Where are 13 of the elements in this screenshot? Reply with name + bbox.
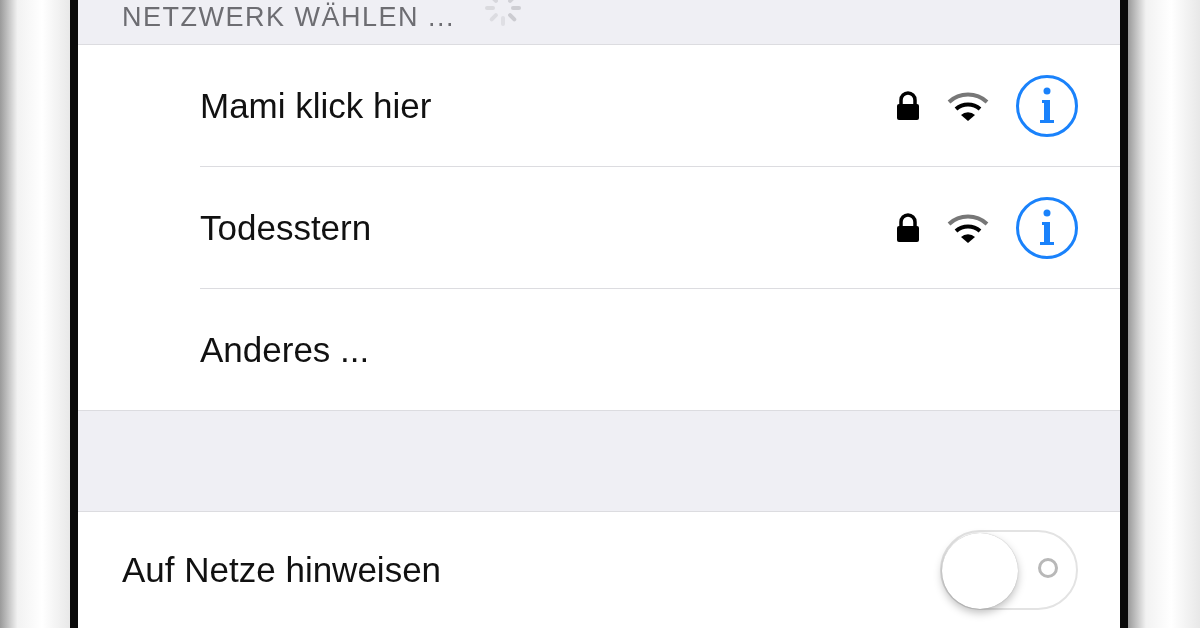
wifi-icon xyxy=(946,90,990,121)
info-icon xyxy=(1037,207,1057,248)
setting-label: Auf Netze hinweisen xyxy=(122,550,443,590)
spinner-icon xyxy=(483,0,523,26)
network-name[interactable]: Todesstern xyxy=(200,207,896,248)
lock-icon xyxy=(896,212,920,243)
network-name[interactable]: Mami klick hier xyxy=(200,85,896,126)
toggle-switch[interactable] xyxy=(940,530,1078,610)
other-network-item[interactable]: Anderes ... xyxy=(200,329,1078,370)
info-icon xyxy=(1037,85,1057,126)
lock-icon xyxy=(896,90,920,121)
section-header: NETZWERK WÄHLEN ... xyxy=(122,2,455,32)
wifi-icon xyxy=(946,212,990,243)
